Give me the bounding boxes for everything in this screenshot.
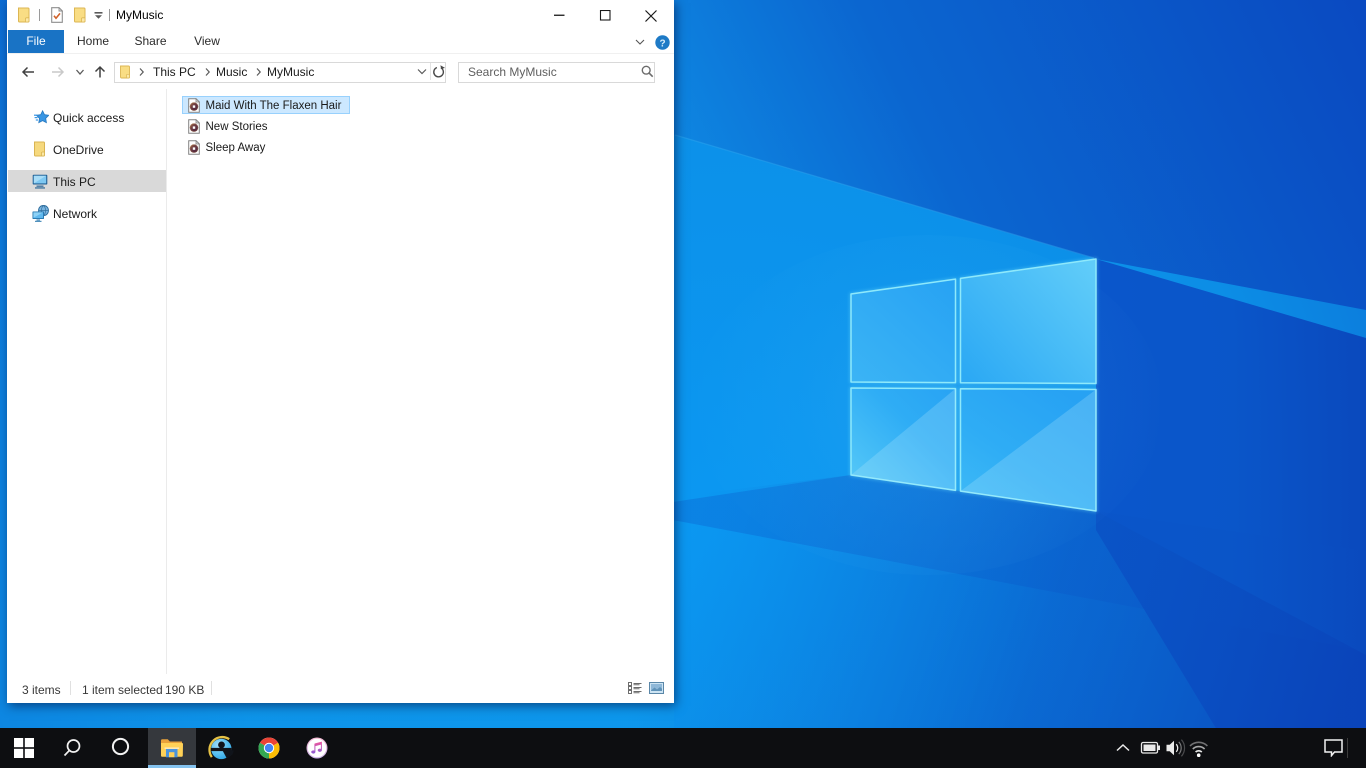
- svg-text:?: ?: [659, 38, 665, 49]
